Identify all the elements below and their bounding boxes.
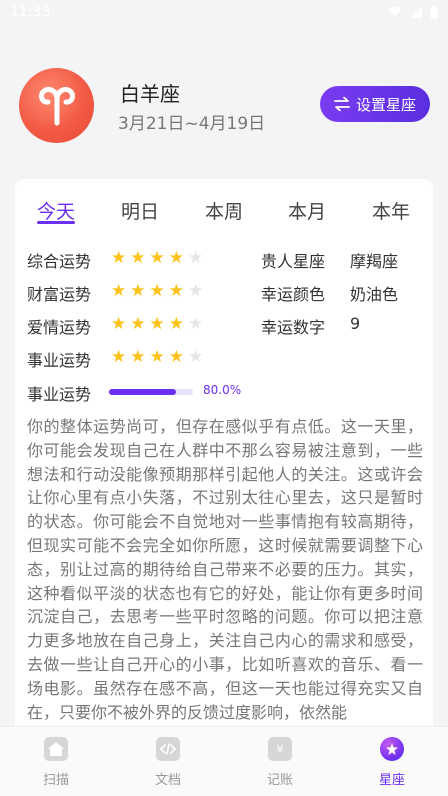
status-bar: 11:33 [0,0,448,24]
star-filled-icon: ★ [168,314,184,334]
tab-month[interactable]: 本月 [288,197,326,224]
info-value-lucky-color: 奶油色 [350,285,399,304]
star-empty-icon: ★ [188,248,204,268]
rating-stars-career: ★ ★ ★ ★ ★ [111,349,203,366]
star-filled-icon: ★ [111,281,127,301]
active-tab-indicator [37,221,75,224]
status-time: 11:33 [10,4,51,20]
progress-label: 事业运势 [27,385,92,404]
career-progress-fill [109,389,177,395]
tab-today[interactable]: 今天 [37,197,75,224]
horoscope-card: 今天 明日 本周 本月 本年 综合运势 ★ ★ ★ ★ ★ 财富运势 ★ ★ ★ ★ ★ 爱情运… [15,179,433,739]
swap-icon [334,97,350,111]
sign-header: 白羊座 3月21日~4月19日 设置星座 [0,60,448,150]
star-filled-icon: ★ [130,347,146,367]
sign-date-range: 3月21日~4月19日 [118,114,266,134]
star-filled-icon: ★ [111,248,127,268]
battery-icon [430,5,438,18]
star-empty-icon: ★ [188,281,204,301]
yuan-ledger-icon: ¥ [268,737,292,761]
tab-tomorrow[interactable]: 明日 [121,197,159,224]
nav-item-docs[interactable]: 文档 [138,737,198,788]
bottom-nav: 扫描 文档 ¥ 记账 星座 [0,726,448,796]
star-filled-icon: ★ [130,248,146,268]
star-filled-icon: ★ [130,314,146,334]
tab-year[interactable]: 本年 [372,197,410,224]
rating-label-overall: 综合运势 [27,252,92,271]
star-filled-icon: ★ [149,314,165,334]
aries-symbol-icon [38,86,75,125]
rating-label-career: 事业运势 [27,351,92,370]
rating-label-love: 爱情运势 [27,318,92,337]
rating-label-wealth: 财富运势 [27,285,92,304]
home-icon [44,737,68,761]
info-label-lucky-color: 幸运颜色 [261,285,326,304]
star-filled-icon: ★ [149,248,165,268]
star-filled-icon: ★ [149,347,165,367]
rating-stars-love: ★ ★ ★ ★ ★ [111,316,203,333]
nav-label-horoscope: 星座 [378,773,405,788]
signal-icon [410,6,422,18]
nav-item-scan[interactable]: 扫描 [26,737,86,788]
nav-label-docs: 文档 [154,773,181,788]
period-tabs: 今天 明日 本周 本月 本年 [15,179,433,227]
nav-label-ledger: 记账 [266,773,293,788]
status-icons [388,5,438,19]
nav-item-ledger[interactable]: ¥ 记账 [250,737,310,788]
info-value-noble-sign: 摩羯座 [350,252,399,271]
star-filled-icon: ★ [111,314,127,334]
set-sign-button[interactable]: 设置星座 [320,86,430,122]
set-sign-label: 设置星座 [355,95,416,114]
star-filled-icon: ★ [130,281,146,301]
star-empty-icon: ★ [188,314,204,334]
star-filled-icon: ★ [149,281,165,301]
career-progress-bar [109,389,193,395]
star-filled-icon: ★ [168,347,184,367]
code-document-icon [156,737,180,761]
star-filled-icon: ★ [168,281,184,301]
info-label-noble-sign: 贵人星座 [261,252,326,271]
star-planet-icon [380,737,404,761]
tab-week[interactable]: 本周 [205,197,243,224]
progress-percent-text: 80.0% [203,383,242,397]
aries-avatar [19,68,94,143]
star-filled-icon: ★ [111,347,127,367]
nav-item-horoscope[interactable]: 星座 [362,737,422,788]
rating-stars-wealth: ★ ★ ★ ★ ★ [111,283,203,300]
info-label-lucky-number: 幸运数字 [261,318,326,337]
rating-stars-overall: ★ ★ ★ ★ ★ [111,250,203,267]
wifi-icon [388,6,402,17]
nav-label-scan: 扫描 [42,773,69,788]
horoscope-description: 你的整体运势尚可，但存在感似乎有点低。这一天里，你可能会发现自己在人群中不那么容… [27,417,423,722]
info-value-lucky-number: 9 [350,314,361,333]
star-empty-icon: ★ [188,347,204,367]
sign-name: 白羊座 [120,82,180,106]
star-filled-icon: ★ [168,248,184,268]
